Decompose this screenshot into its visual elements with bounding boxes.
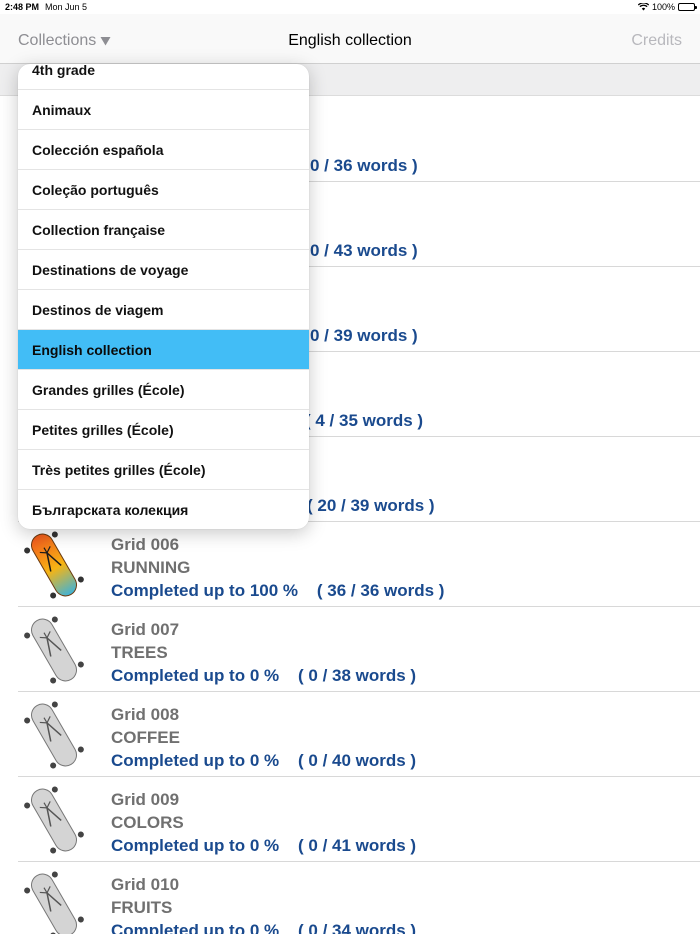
collection-item[interactable]: Coleção português [18,170,309,210]
collection-item[interactable]: 4th grade [18,64,309,90]
grid-row[interactable]: Grid 006 RUNNING Completed up to 100 % (… [18,522,700,607]
grid-row[interactable]: Grid 010 FRUITS Completed up to 0 % ( 0 … [18,862,700,934]
collections-dropdown: 4th grade Animaux Colección española Col… [18,64,309,529]
collection-item[interactable]: Collection française [18,210,309,250]
grid-name: Grid 007 [111,620,180,639]
grid-row[interactable]: Grid 009 COLORS Completed up to 0 % ( 0 … [18,777,700,862]
skateboard-grey-icon [24,616,84,684]
status-indicators: 100% [637,2,697,12]
status-time: 2:48 PM [5,2,40,12]
grid-name: Grid 009 [111,790,180,809]
navigation-bar: Collections English collection Credits [0,14,700,64]
skateboard-grey-icon [24,871,84,934]
grid-name: Grid 008 [111,705,180,724]
grid-theme: COLORS [111,813,184,832]
grid-progress: Completed up to 0 % ( 0 / 38 words ) [111,666,417,685]
grid-theme: FRUITS [111,898,173,917]
grid-progress: Completed up to 0 % ( 0 / 40 words ) [111,751,417,770]
credits-button[interactable]: Credits [631,32,682,50]
grid-theme: RUNNING [111,558,191,577]
skateboard-grey-icon [24,701,84,769]
collection-item[interactable]: Destinos de viagem [18,290,309,330]
grid-progress: 0 / 43 words ) [310,241,418,260]
app-window: 2:48 PM Mon Jun 5 100% Collections Engli… [0,0,700,934]
grid-theme: TREES [111,643,168,662]
collection-item[interactable]: Destinations de voyage [18,250,309,290]
skateboard-colored-icon [24,531,84,599]
battery-percent: 100% [651,2,675,12]
grid-progress: ( 20 / 39 words ) [307,496,435,515]
grid-progress: Completed up to 0 % ( 0 / 34 words ) [111,921,417,934]
grid-progress: Completed up to 0 % ( 0 / 41 words ) [111,836,417,855]
grid-name: Grid 010 [111,875,180,894]
status-bar: 2:48 PM Mon Jun 5 100% [0,0,700,14]
collection-item-selected[interactable]: English collection [18,330,309,370]
wifi-icon [637,3,649,11]
grid-progress: 0 / 36 words ) [310,156,418,175]
collection-item[interactable]: Colección española [18,130,309,170]
grid-progress: ( 4 / 35 words ) [305,411,424,430]
collection-item[interactable]: Българската колекция [18,490,309,529]
battery-icon [678,3,697,11]
page-title: English collection [288,32,412,49]
grid-row[interactable]: Grid 007 TREES Completed up to 0 % ( 0 /… [18,607,700,692]
grid-progress: 0 / 39 words ) [310,326,418,345]
skateboard-grey-icon [24,786,84,854]
grid-row[interactable]: Grid 008 COFFEE Completed up to 0 % ( 0 … [18,692,700,777]
collection-item[interactable]: Animaux [18,90,309,130]
status-date: Mon Jun 5 [45,2,88,12]
collection-item[interactable]: Petites grilles (École) [18,410,309,450]
grid-progress: Completed up to 100 % ( 36 / 36 words ) [111,581,445,600]
grid-theme: COFFEE [111,728,180,747]
grid-name: Grid 006 [111,535,180,554]
collection-item[interactable]: Grandes grilles (École) [18,370,309,410]
collection-item[interactable]: Très petites grilles (École) [18,450,309,490]
